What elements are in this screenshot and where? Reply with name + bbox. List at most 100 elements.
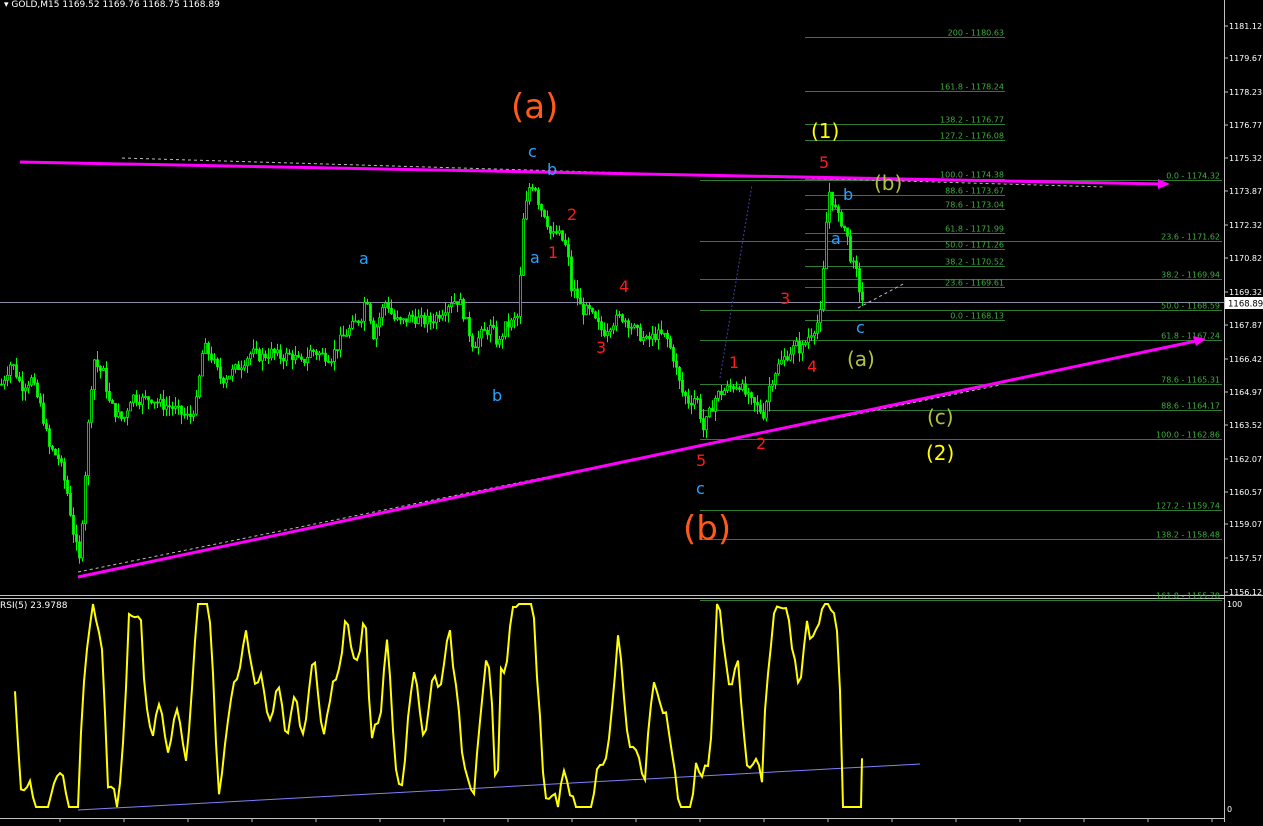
candle-body xyxy=(855,260,858,270)
wave-label-b-2: b xyxy=(547,160,557,179)
candle-body xyxy=(183,413,186,416)
candle-body xyxy=(303,358,306,364)
candle-body xyxy=(774,373,777,385)
fib-level-label: 100.0 - 1174.38 xyxy=(940,171,1004,180)
candle-body xyxy=(516,316,519,319)
candle-body xyxy=(762,411,765,419)
candle-body xyxy=(399,317,402,321)
candle-body xyxy=(690,402,693,406)
fib-retracement-right[interactable]: 0.0 - 1174.32 23.6 - 1171.62 38.2 - 1169.9… xyxy=(700,172,1222,601)
wave-label-red-2-a: 2 xyxy=(567,205,577,224)
fib-level-label: 127.2 - 1159.74 xyxy=(1156,502,1220,511)
candle-body xyxy=(525,200,528,220)
candle-body xyxy=(141,396,144,406)
candle-body xyxy=(696,398,699,400)
dropdown-arrow-icon[interactable]: ▾ xyxy=(4,0,9,10)
candle-body xyxy=(585,304,588,315)
candle-body xyxy=(261,353,264,362)
candle-body xyxy=(48,428,51,447)
wave-label-red-2-b: 2 xyxy=(756,434,766,453)
rsi-line xyxy=(14,603,863,808)
candle-body xyxy=(90,389,93,423)
wave-label-red-1-a: 1 xyxy=(548,243,558,262)
fib-level-label: 100.0 - 1162.86 xyxy=(1156,431,1220,440)
candle-body xyxy=(732,386,735,390)
candle-body xyxy=(822,268,825,310)
dotted-wave1-channel[interactable] xyxy=(857,282,906,309)
candle-body xyxy=(192,413,195,417)
candle-body xyxy=(759,404,762,413)
candle-body xyxy=(852,260,855,263)
candle-body xyxy=(195,396,198,415)
fib-level-label: 88.6 - 1173.67 xyxy=(945,187,1004,196)
candle-body xyxy=(651,333,654,340)
candle-body xyxy=(285,352,288,362)
candle-body xyxy=(543,209,546,217)
candle-body xyxy=(72,514,75,535)
candle-body xyxy=(471,335,474,348)
candle-body xyxy=(243,365,246,369)
wave-label-sub-a: (a) xyxy=(847,347,875,371)
candle-body xyxy=(564,239,567,245)
candle-body xyxy=(657,329,660,340)
chart-window[interactable]: 0.0 - 1174.32 23.6 - 1171.62 38.2 - 1169.9… xyxy=(0,0,1263,822)
price-axis-label: 1179.67 xyxy=(1229,54,1262,63)
price-axis-label: 1172.32 xyxy=(1229,221,1262,230)
candle-body xyxy=(363,301,366,322)
candle-body xyxy=(84,475,87,525)
candle-body xyxy=(12,364,15,367)
fib-level-label: 78.6 - 1173.04 xyxy=(945,201,1004,210)
candle-body xyxy=(177,405,180,408)
candle-body xyxy=(204,342,207,354)
candle-body xyxy=(390,307,393,315)
fib-level-label: 0.0 - 1168.13 xyxy=(950,312,1004,321)
candle-body xyxy=(345,334,348,337)
candle-body xyxy=(102,367,105,371)
candle-body xyxy=(576,288,579,299)
candle-body xyxy=(687,395,690,404)
wave-label-sub-c: (c) xyxy=(927,405,954,429)
candle-body xyxy=(483,328,486,331)
wave-label-red-1-b: 1 xyxy=(729,353,739,372)
candle-body xyxy=(330,361,333,364)
candle-body xyxy=(3,379,6,385)
candle-body xyxy=(666,332,669,340)
candle-body xyxy=(663,332,666,335)
candle-body xyxy=(528,187,531,202)
candle-body xyxy=(24,387,27,392)
candle-body xyxy=(132,394,135,404)
price-axis-label: 1178.23 xyxy=(1229,88,1262,97)
candle-body xyxy=(117,411,120,418)
dotted-blue-projection[interactable] xyxy=(719,184,753,379)
wave-label-b-3: b xyxy=(843,185,853,204)
candle-body xyxy=(804,342,807,345)
wave-label-c-1: c xyxy=(528,142,537,161)
candle-body xyxy=(717,390,720,399)
candle-body xyxy=(702,418,705,431)
candle-body xyxy=(435,314,438,324)
price-chart[interactable]: 0.0 - 1174.32 23.6 - 1171.62 38.2 - 1169.9… xyxy=(0,0,1263,822)
candle-body xyxy=(375,326,378,340)
candle-body xyxy=(582,303,585,315)
price-axis-label: 1162.07 xyxy=(1229,455,1262,464)
fib-extension-mid[interactable]: 200 - 1180.63 161.8 - 1178.24 138.2 - 1176… xyxy=(805,29,1005,321)
wave-label-b-1: b xyxy=(492,386,502,405)
candle-body xyxy=(522,218,525,276)
candle-body xyxy=(441,314,444,319)
candle-body xyxy=(807,336,810,344)
candle-body xyxy=(849,235,852,262)
candle-body xyxy=(840,212,843,227)
candle-body xyxy=(447,306,450,314)
candle-body xyxy=(744,383,747,395)
candle-body xyxy=(654,333,657,340)
candle-body xyxy=(393,313,396,320)
rsi-support-line[interactable] xyxy=(77,763,921,811)
candle-body xyxy=(93,359,96,391)
candle-body xyxy=(312,349,315,352)
candle-body xyxy=(546,216,549,227)
fib-level-label: 200 - 1180.63 xyxy=(948,29,1004,38)
candle-body xyxy=(633,324,636,328)
lower-trendline[interactable] xyxy=(77,339,1197,579)
wave-label-red-4-a: 4 xyxy=(619,277,629,296)
candle-body xyxy=(78,541,81,559)
